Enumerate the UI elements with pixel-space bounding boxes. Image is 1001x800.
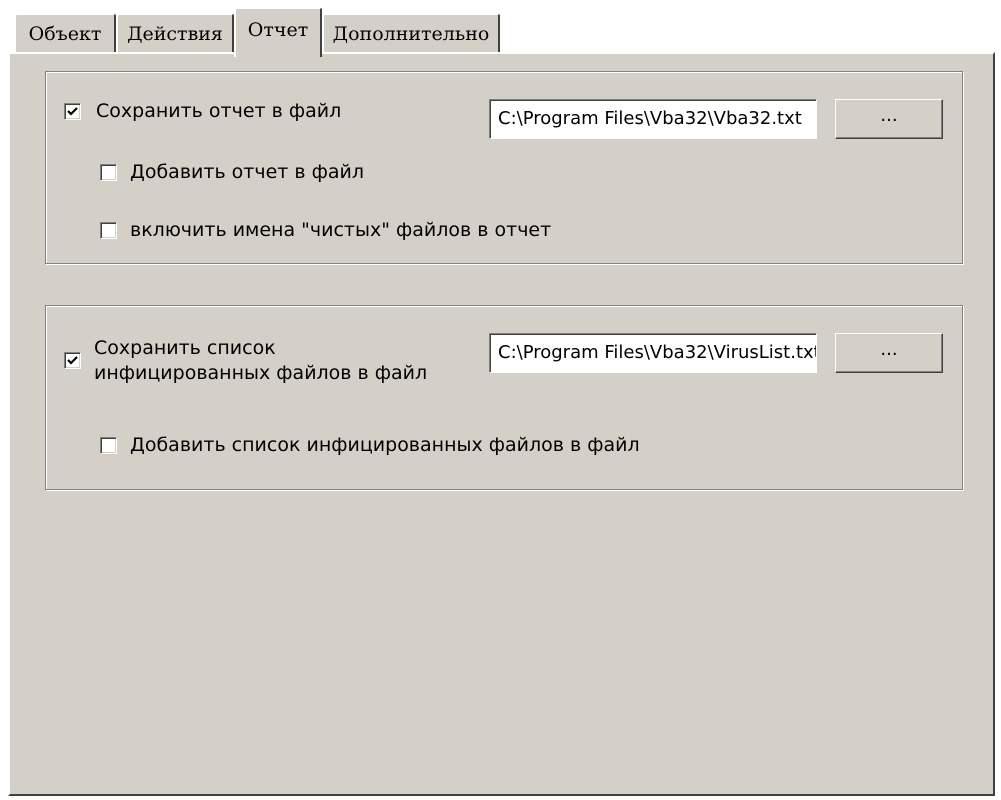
browse-report-button[interactable]: ... [835,99,943,139]
tab-actions-label: Действия [127,23,223,45]
save-infected-list-label-line2[interactable]: инфицированных файлов в файл [94,361,427,385]
tab-additional-label: Дополнительно [332,23,490,45]
checkmark-icon [67,356,78,365]
browse-infected-list-button[interactable]: ... [835,333,943,373]
save-report-label[interactable]: Сохранить отчет в файл [96,99,341,123]
tab-report-label: Отчет [247,19,309,41]
report-file-group: Сохранить отчет в файл C:\Program Files\… [45,71,963,264]
infected-list-group: Сохранить список инфицированных файлов в… [45,305,963,490]
save-infected-list-label-line1[interactable]: Сохранить список [94,336,276,360]
tab-report[interactable]: Отчет [234,7,322,57]
tab-additional[interactable]: Дополнительно [322,13,500,53]
append-infected-list-label[interactable]: Добавить список инфицированных файлов в … [130,433,640,457]
tab-panel-report: Сохранить отчет в файл C:\Program Files\… [8,52,995,796]
append-infected-list-checkbox[interactable] [100,437,117,454]
tab-object[interactable]: Объект [14,13,116,53]
tab-actions[interactable]: Действия [116,13,234,53]
infected-list-path-field[interactable]: C:\Program Files\Vba32\VirusList.txt [489,333,817,373]
include-clean-files-label[interactable]: включить имена "чистых" файлов в отчет [130,218,551,242]
checkmark-icon [67,107,78,116]
append-report-label[interactable]: Добавить отчет в файл [130,160,364,184]
save-infected-list-checkbox[interactable] [64,352,81,369]
tab-object-label: Объект [28,23,102,45]
save-report-checkbox[interactable] [64,103,81,120]
include-clean-files-checkbox[interactable] [100,222,117,239]
append-report-checkbox[interactable] [100,164,117,181]
report-path-field[interactable]: C:\Program Files\Vba32\Vba32.txt [489,99,817,139]
